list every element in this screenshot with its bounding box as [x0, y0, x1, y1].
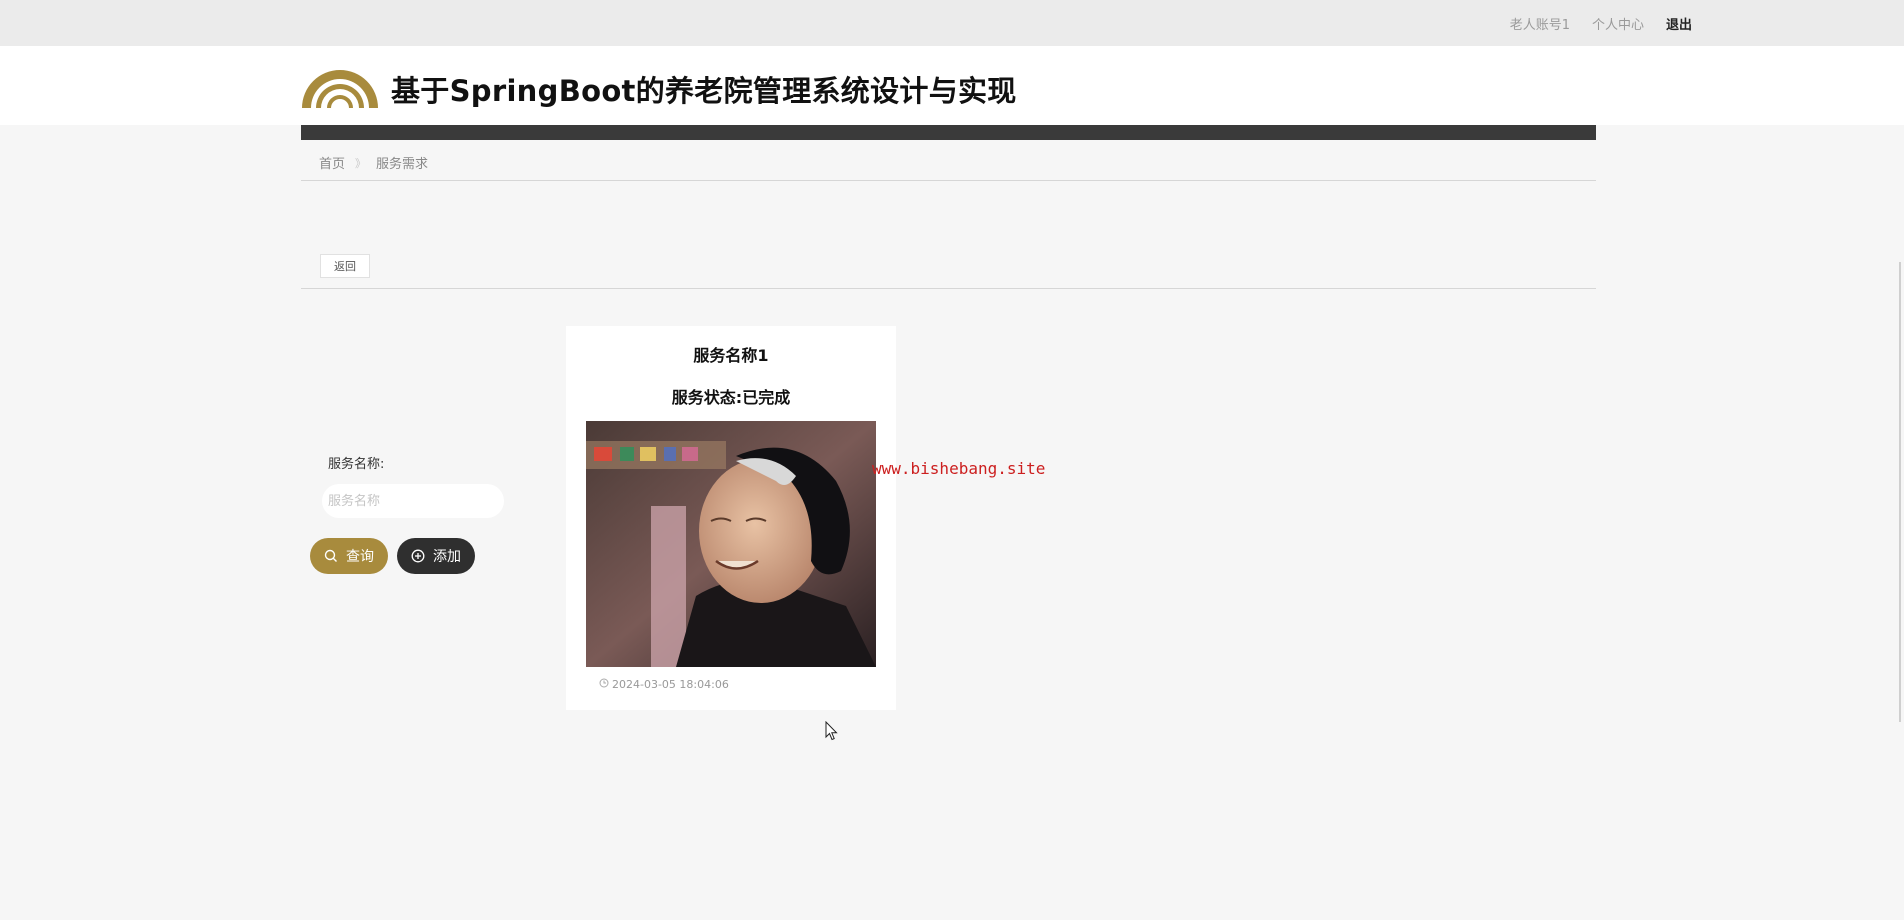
site-title: 基于SpringBoot的养老院管理系统设计与实现 — [391, 74, 1017, 108]
site-header: 基于SpringBoot的养老院管理系统设计与实现 — [0, 46, 1904, 125]
service-card-time: 2024-03-05 18:04:06 — [599, 678, 729, 691]
service-card-title: 服务名称1 — [693, 346, 769, 365]
service-card[interactable]: 服务名称1 服务状态:已完成 2024-03-05 18:04:06 — [566, 326, 896, 710]
service-name-input[interactable] — [322, 484, 504, 518]
nav-bar — [301, 125, 1596, 140]
clock-icon — [599, 678, 609, 691]
scrollbar[interactable] — [1899, 262, 1901, 722]
mouse-cursor-icon — [825, 720, 839, 745]
top-bar: 老人账号1 个人中心 退出 — [0, 0, 1904, 46]
add-button[interactable]: 添加 — [397, 538, 475, 574]
service-card-status: 服务状态:已完成 — [671, 388, 791, 407]
breadcrumb-current: 服务需求 — [376, 157, 429, 172]
breadcrumb-separator: 》 — [355, 156, 367, 170]
divider — [301, 288, 1596, 289]
query-button[interactable]: 查询 — [310, 538, 388, 574]
divider — [301, 180, 1596, 181]
top-links: 老人账号1 个人中心 退出 — [1510, 0, 1692, 46]
arch-logo-icon — [300, 62, 380, 110]
breadcrumb-home[interactable]: 首页 — [319, 153, 345, 172]
breadcrumb: 首页 》 服务需求 — [319, 153, 429, 173]
add-button-label: 添加 — [433, 549, 461, 565]
timestamp: 2024-03-05 18:04:06 — [612, 678, 729, 691]
profile-link[interactable]: 个人中心 — [1592, 14, 1644, 33]
service-name-label: 服务名称: — [328, 457, 385, 472]
logout-link[interactable]: 退出 — [1666, 14, 1692, 33]
search-icon — [324, 549, 338, 563]
watermark-text: www.bishebang.site — [872, 459, 1046, 478]
account-link[interactable]: 老人账号1 — [1510, 14, 1570, 33]
plus-circle-icon — [411, 549, 425, 563]
service-photo[interactable] — [586, 421, 876, 667]
query-button-label: 查询 — [346, 549, 374, 565]
back-button[interactable]: 返回 — [320, 254, 370, 278]
